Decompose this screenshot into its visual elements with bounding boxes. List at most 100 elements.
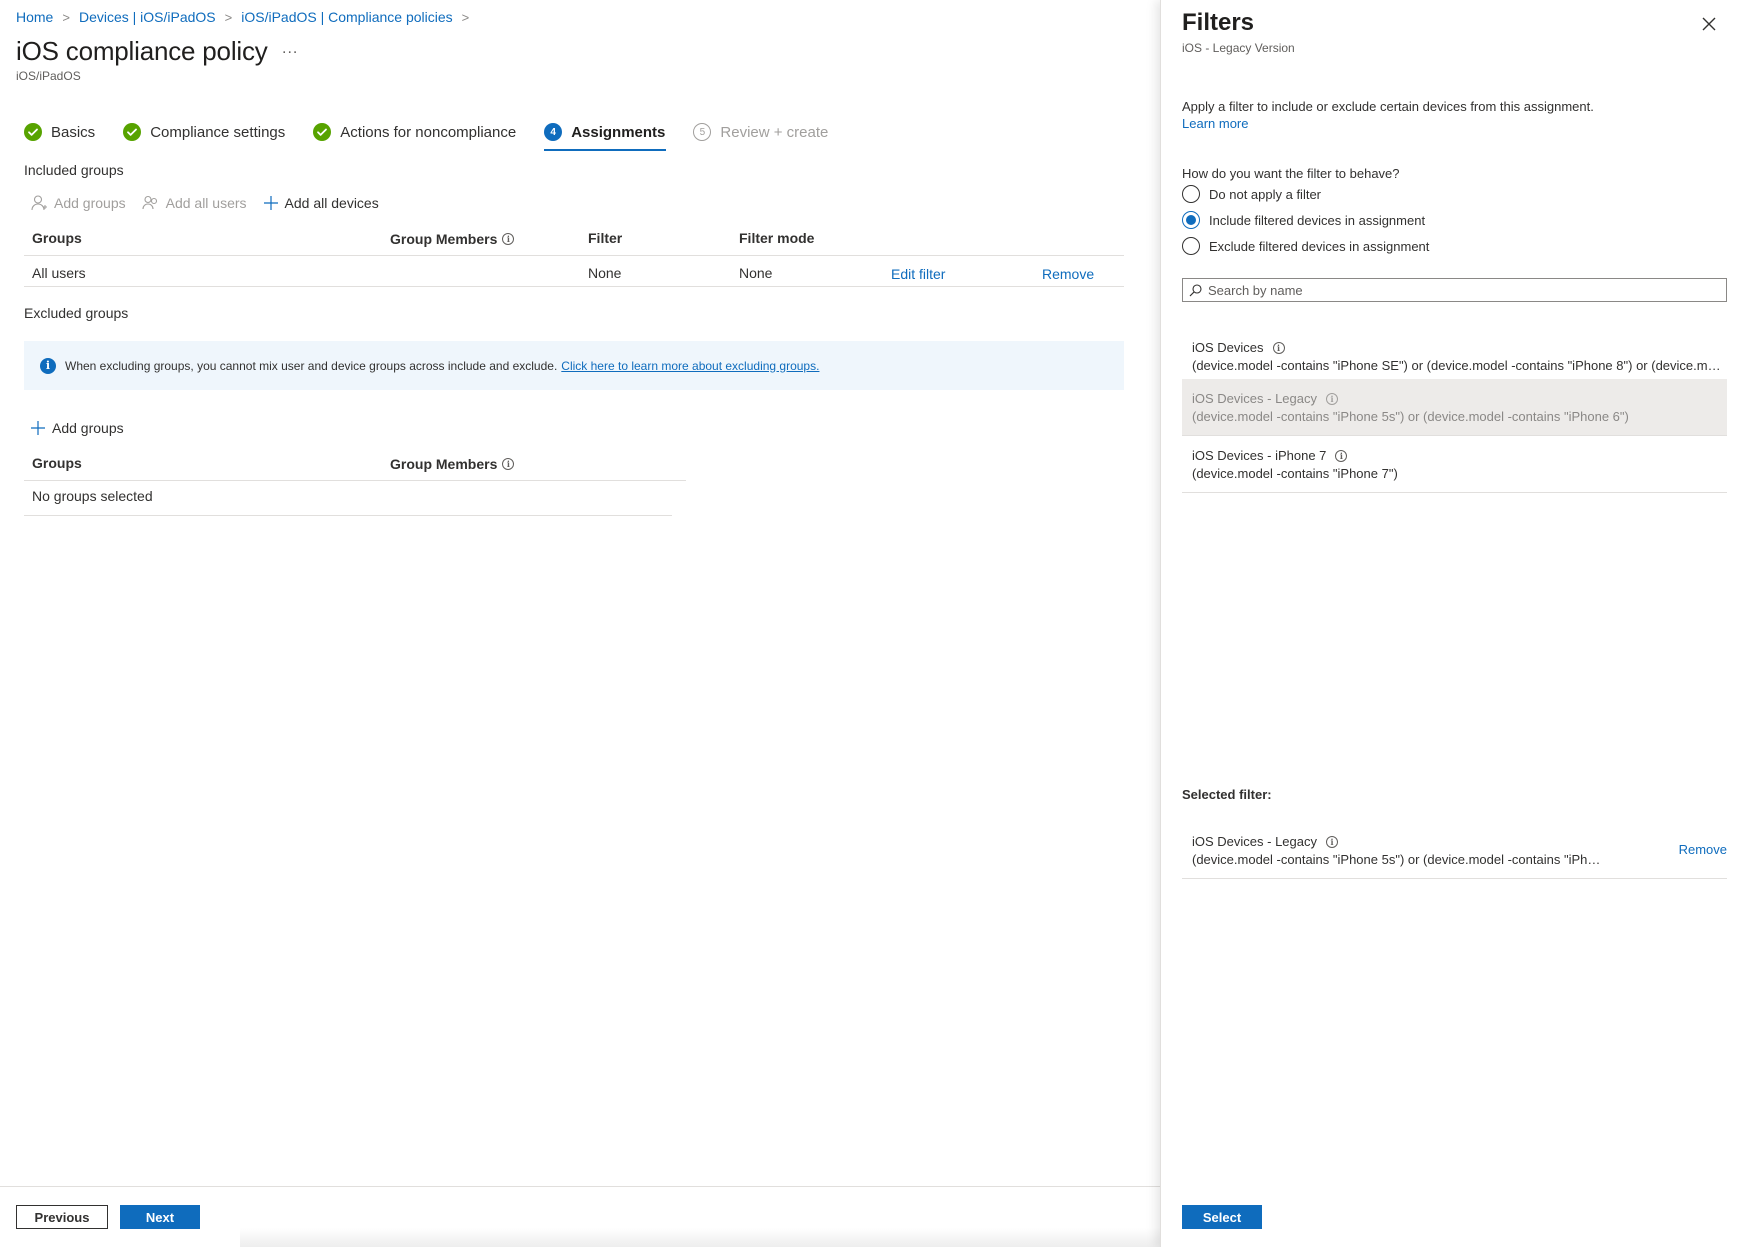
filter-item-ios-devices-legacy[interactable]: iOS Devices - Legacy i (device.model -co… — [1182, 379, 1727, 436]
column-header-group-members[interactable]: Group Members i — [390, 231, 515, 247]
filter-rule: (device.model -contains "iPhone SE") or … — [1192, 358, 1727, 373]
edit-filter-link[interactable]: Edit filter — [891, 266, 945, 282]
step-number: 5 — [693, 123, 712, 141]
info-bar-text: When excluding groups, you cannot mix us… — [65, 358, 558, 373]
add-all-users-label: Add all users — [165, 195, 247, 211]
people-icon — [142, 195, 157, 210]
included-command-bar: Add groups Add all users Add all devices — [30, 194, 395, 212]
learn-excluding-groups-link[interactable]: Click here to learn more about excluding… — [561, 359, 819, 373]
add-groups-label: Add groups — [54, 195, 126, 211]
search-input[interactable] — [1208, 282, 1708, 298]
filters-panel: Filters iOS - Legacy Version Apply a fil… — [1160, 0, 1739, 1247]
step-basics[interactable]: Basics — [24, 120, 95, 144]
step-review-create[interactable]: 5 Review + create — [693, 120, 828, 144]
plus-icon — [31, 421, 45, 435]
step-label: Basics — [51, 123, 96, 141]
info-icon[interactable]: i — [1326, 392, 1338, 405]
add-groups-button[interactable]: Add groups — [30, 194, 126, 212]
table-divider — [24, 515, 672, 516]
radio-button[interactable] — [1182, 185, 1200, 203]
info-icon[interactable]: i — [1272, 341, 1285, 354]
filter-item-ios-devices[interactable]: iOS Devices i (device.model -contains "i… — [1182, 328, 1727, 385]
breadcrumb: Home > Devices | iOS/iPadOS > iOS/iPadOS… — [16, 9, 478, 25]
main-area: Home > Devices | iOS/iPadOS > iOS/iPadOS… — [0, 0, 1160, 1247]
info-icon[interactable]: i — [502, 233, 515, 245]
select-button[interactable]: Select — [1182, 1205, 1262, 1229]
filter-name: iOS Devices - Legacy — [1192, 391, 1317, 406]
filter-name: iOS Devices - iPhone 7 — [1192, 448, 1327, 463]
chevron-right-icon: > — [62, 9, 70, 25]
table-divider — [24, 255, 1124, 256]
radio-exclude-filtered[interactable]: Exclude filtered devices in assignment — [1182, 237, 1429, 255]
table-divider — [24, 286, 1124, 287]
radio-button[interactable] — [1182, 237, 1200, 255]
filter-name: iOS Devices - Legacy — [1192, 834, 1317, 849]
cell-filter-mode: None — [739, 265, 773, 281]
step-label: Assignments — [571, 123, 666, 141]
info-icon[interactable]: i — [1335, 449, 1348, 462]
step-label: Actions for noncompliance — [340, 123, 517, 141]
radio-include-filtered[interactable]: Include filtered devices in assignment — [1182, 211, 1425, 229]
column-header-filter-mode[interactable]: Filter mode — [739, 230, 814, 246]
panel-title: Filters — [1182, 9, 1255, 36]
more-options-icon[interactable]: ... — [282, 40, 298, 58]
add-groups-label: Add groups — [52, 420, 124, 436]
filter-rule: (device.model -contains "iPhone 7") — [1192, 466, 1398, 481]
selected-filter-item: iOS Devices - Legacy i (device.model -co… — [1182, 822, 1727, 879]
step-compliance-settings[interactable]: Compliance settings — [123, 120, 285, 144]
column-header-groups[interactable]: Groups — [32, 455, 82, 471]
filter-name: iOS Devices — [1192, 340, 1264, 355]
remove-selected-filter-link[interactable]: Remove — [1679, 842, 1727, 857]
person-icon — [31, 195, 47, 211]
step-label: Compliance settings — [150, 123, 286, 141]
breadcrumb-home[interactable]: Home — [16, 9, 53, 25]
chevron-right-icon: > — [224, 9, 233, 25]
filter-rule: (device.model -contains "iPhone 5s") or … — [1192, 852, 1602, 867]
learn-more-link[interactable]: Learn more — [1182, 116, 1248, 131]
filter-name-row: iOS Devices - Legacy i — [1192, 391, 1727, 406]
filter-name-row: iOS Devices - Legacy i — [1192, 834, 1727, 849]
add-all-devices-label: Add all devices — [284, 195, 379, 211]
column-header-filter[interactable]: Filter — [588, 230, 622, 246]
info-icon[interactable]: i — [1326, 835, 1338, 848]
column-header-group-members[interactable]: Group Members i — [390, 456, 515, 472]
radio-button-selected[interactable] — [1182, 211, 1200, 229]
filter-item-ios-devices-iphone7[interactable]: iOS Devices - iPhone 7 i (device.model -… — [1182, 436, 1727, 493]
remove-link[interactable]: Remove — [1042, 266, 1094, 282]
info-icon[interactable]: i — [502, 458, 515, 470]
breadcrumb-compliance-policies[interactable]: iOS/iPadOS | Compliance policies — [241, 9, 452, 25]
add-all-users-button[interactable]: Add all users — [142, 194, 247, 212]
add-excluded-groups-button[interactable]: Add groups — [30, 420, 124, 436]
column-header-label: Group Members — [390, 231, 498, 247]
radio-do-not-apply[interactable]: Do not apply a filter — [1182, 185, 1321, 203]
excluded-groups-title: Excluded groups — [24, 305, 129, 321]
table-divider — [24, 480, 686, 481]
footer-divider — [0, 1186, 1160, 1187]
panel-description: Apply a filter to include or exclude cer… — [1182, 99, 1594, 114]
filter-rule: (device.model -contains "iPhone 5s") or … — [1192, 409, 1629, 424]
radio-label: Exclude filtered devices in assignment — [1209, 238, 1430, 254]
check-circle-icon — [313, 123, 332, 141]
previous-button[interactable]: Previous — [16, 1205, 108, 1229]
close-icon[interactable] — [1699, 14, 1719, 34]
panel-subtitle: iOS - Legacy Version — [1182, 41, 1295, 55]
radio-label: Include filtered devices in assignment — [1209, 212, 1426, 228]
step-assignments[interactable]: 4 Assignments — [544, 120, 667, 151]
radio-label: Do not apply a filter — [1209, 186, 1322, 202]
search-icon — [1189, 283, 1202, 296]
step-actions-noncompliance[interactable]: Actions for noncompliance — [313, 120, 516, 144]
plus-icon — [263, 196, 278, 210]
add-all-devices-button[interactable]: Add all devices — [263, 195, 379, 211]
column-header-groups[interactable]: Groups — [32, 230, 82, 246]
step-label: Review + create — [720, 123, 829, 141]
breadcrumb-devices-ios[interactable]: Devices | iOS/iPadOS — [79, 9, 216, 25]
chevron-right-icon: > — [461, 9, 470, 25]
cell-group: All users — [32, 265, 86, 281]
next-button[interactable]: Next — [120, 1205, 200, 1229]
cell-filter: None — [588, 265, 622, 281]
page-title: iOS compliance policy — [16, 36, 268, 66]
selected-filter-label: Selected filter: — [1182, 787, 1272, 802]
check-circle-icon — [24, 123, 42, 141]
wizard-steps: Basics Compliance settings Actions for n… — [24, 120, 856, 151]
filter-search-box[interactable] — [1182, 278, 1727, 302]
